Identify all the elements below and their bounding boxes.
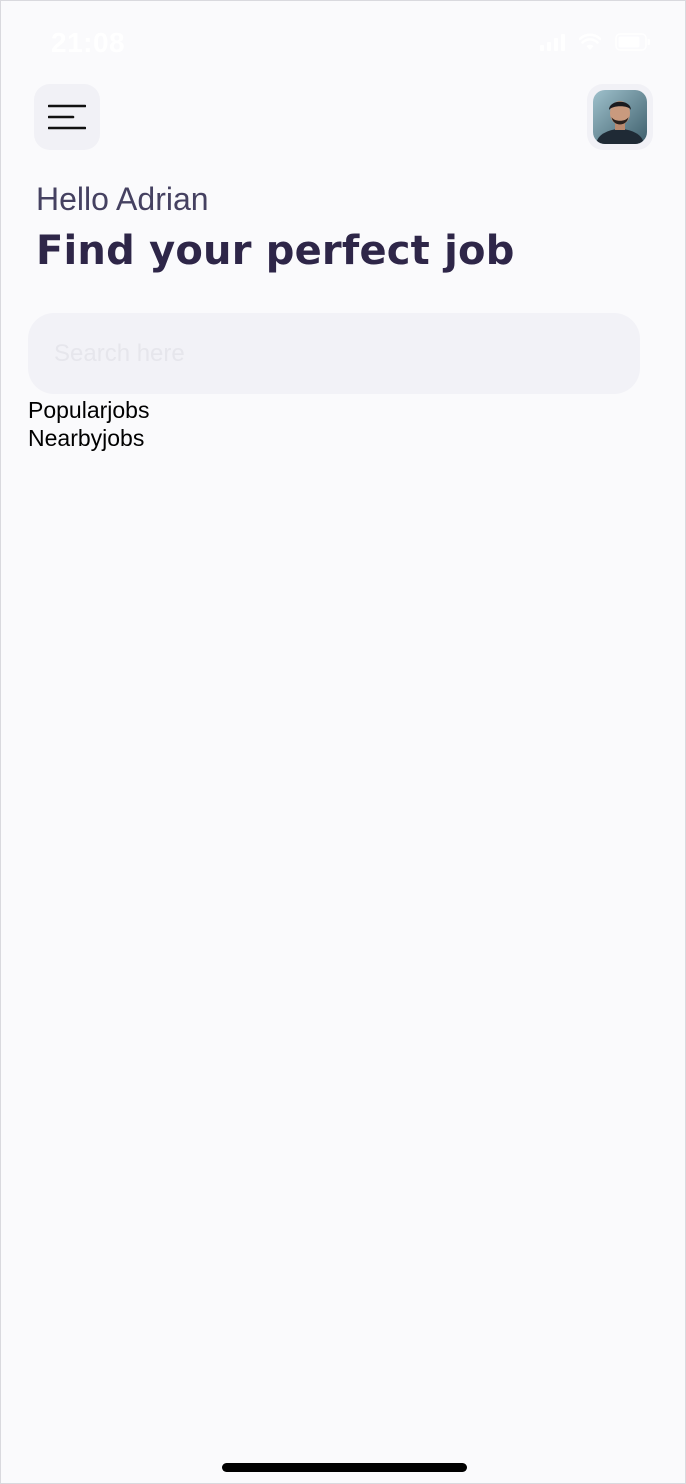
battery-icon (615, 33, 651, 51)
profile-button[interactable] (587, 84, 653, 150)
status-icons (540, 33, 651, 51)
nearby-jobs-heading: Nearbyjobs (28, 425, 145, 451)
wifi-icon (579, 33, 601, 51)
greeting-text: Hello Adrian (36, 181, 209, 217)
search-input[interactable] (54, 337, 614, 371)
home-indicator[interactable] (222, 1463, 467, 1472)
popular-jobs-heading: Popularjobs (28, 397, 150, 423)
menu-button[interactable] (34, 84, 100, 150)
avatar (593, 90, 647, 144)
page-title: Find your perfect job (36, 228, 515, 274)
status-time: 21:08 (51, 27, 126, 58)
menu-lines-icon (48, 104, 86, 130)
search-box[interactable] (28, 313, 640, 394)
signal-icon (540, 33, 565, 51)
app-screen: 21:08 Hello Adrian Find your perfect job… (0, 0, 686, 1484)
